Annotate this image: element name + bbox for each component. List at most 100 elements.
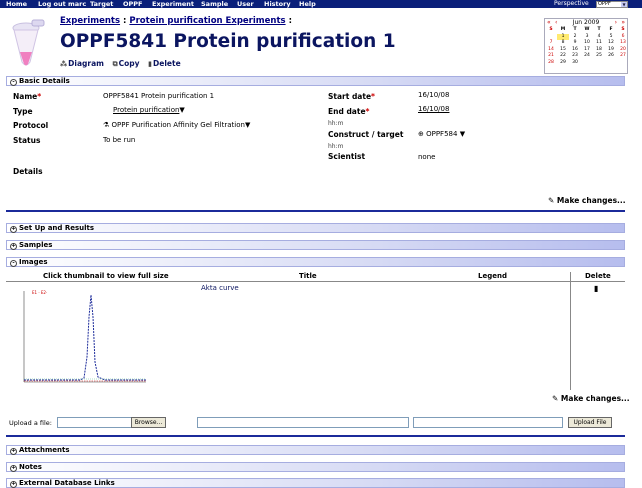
- nav-user[interactable]: User: [237, 0, 254, 8]
- calendar-widget: « ‹ Jun 2009 › » S M T W T F S 1 2 3 4 5 6 7 8 9 10 11 12 1…: [544, 18, 628, 74]
- calendar-day[interactable]: 10: [581, 40, 593, 47]
- copy-icon: ⧉: [112, 60, 118, 68]
- nav-help[interactable]: Help: [299, 0, 316, 8]
- chevron-down-icon[interactable]: ▼: [460, 130, 465, 138]
- name-label: Name*: [13, 92, 41, 101]
- browse-button[interactable]: Browse...: [131, 417, 166, 428]
- copy-button[interactable]: ⧉Copy: [113, 59, 140, 68]
- expand-icon: +: [10, 481, 17, 488]
- construct-text: OPPF584: [426, 130, 458, 138]
- nav-experiment[interactable]: Experiment: [152, 0, 194, 8]
- prev-month-icon[interactable]: ‹: [555, 19, 557, 27]
- image-legend-input[interactable]: [413, 417, 563, 428]
- type-link[interactable]: Protein purification: [113, 106, 179, 114]
- construct-label: Construct / target: [328, 130, 404, 139]
- calendar-day[interactable]: 26: [605, 53, 617, 60]
- type-value[interactable]: Protein purification▼: [113, 106, 185, 114]
- image-title-input[interactable]: [197, 417, 409, 428]
- section-images[interactable]: - Images: [6, 257, 625, 267]
- scrollbar-track[interactable]: [632, 70, 642, 488]
- breadcrumb-end: :: [288, 16, 292, 26]
- section-notes[interactable]: + Notes: [6, 462, 625, 472]
- calendar-day[interactable]: 8: [557, 40, 569, 47]
- section-images-label: Images: [19, 258, 48, 266]
- expand-icon: +: [10, 243, 17, 250]
- nav-sample[interactable]: Sample: [201, 0, 228, 8]
- section-attachments[interactable]: + Attachments: [6, 445, 625, 455]
- header-actions: ⁂Diagram ⧉Copy ▮Delete: [60, 59, 187, 69]
- section-notes-label: Notes: [19, 463, 42, 471]
- page-header: Experiments : Protein purification Exper…: [0, 8, 642, 74]
- calendar-grid: S M T W T F S 1 2 3 4 5 6 7 8 9 10 11 12 13 14 15 16 17 18 19 20 21…: [545, 27, 627, 67]
- calendar-day[interactable]: 22: [557, 53, 569, 60]
- time-unit: hh:m: [328, 143, 344, 150]
- calendar-day[interactable]: 9: [569, 40, 581, 47]
- file-path-input[interactable]: [57, 417, 132, 428]
- svg-text:E1 · E2·: E1 · E2·: [32, 290, 47, 295]
- calendar-day[interactable]: 21: [545, 53, 557, 60]
- diagram-button[interactable]: ⁂Diagram: [60, 59, 104, 68]
- nav-target[interactable]: Target: [90, 0, 113, 8]
- construct-value[interactable]: ⊕ OPPF584 ▼: [418, 130, 465, 138]
- breadcrumb: Experiments : Protein purification Exper…: [60, 16, 292, 26]
- akta-curve-thumbnail[interactable]: E1 · E2·: [20, 287, 150, 385]
- make-changes-label: Make changes...: [556, 196, 626, 205]
- calendar-day[interactable]: 11: [593, 40, 605, 47]
- nav-home[interactable]: Home: [6, 0, 27, 8]
- collapse-icon: -: [10, 260, 17, 267]
- start-date-label: Start date*: [328, 92, 375, 101]
- next-year-icon[interactable]: »: [621, 19, 625, 27]
- section-external-links[interactable]: + External Database Links: [6, 478, 625, 488]
- pencil-icon: ✎: [548, 196, 555, 205]
- col-delete-header: Delete: [585, 272, 611, 280]
- section-basic-details[interactable]: - Basic Details: [6, 76, 625, 86]
- expand-icon: +: [10, 226, 17, 233]
- table-header-line: [6, 281, 625, 282]
- chevron-down-icon[interactable]: ▼: [245, 121, 250, 129]
- perspective-value: OPPF: [598, 1, 611, 7]
- top-nav-bar: Home Log out marc Target OPPF Experiment…: [0, 0, 642, 8]
- end-date-label-text: End date: [328, 107, 366, 116]
- nav-history[interactable]: History: [264, 0, 291, 8]
- expand-icon: +: [10, 448, 17, 455]
- calendar-day[interactable]: 29: [557, 60, 569, 67]
- section-attachments-label: Attachments: [19, 446, 70, 454]
- calendar-header: « ‹ Jun 2009 › »: [545, 19, 627, 27]
- scientist-value: none: [418, 153, 436, 161]
- end-date-value[interactable]: 16/10/08: [418, 105, 449, 113]
- protocol-text: OPPF Purification Affinity Gel Filtratio…: [111, 121, 245, 129]
- breadcrumb-experiments[interactable]: Experiments: [60, 16, 120, 26]
- start-date-value[interactable]: 16/10/08: [418, 91, 449, 99]
- nav-logout[interactable]: Log out marc: [38, 0, 86, 8]
- nav-oppf[interactable]: OPPF: [123, 0, 143, 8]
- upload-file-button[interactable]: Upload File: [568, 417, 612, 428]
- perspective-select[interactable]: OPPF ▼: [596, 1, 628, 8]
- calendar-day[interactable]: 7: [545, 40, 557, 47]
- perspective-label: Perspective: [554, 0, 589, 7]
- trash-icon[interactable]: ▮: [594, 284, 598, 293]
- next-month-icon[interactable]: ›: [615, 19, 617, 27]
- chevron-down-icon[interactable]: ▼: [179, 106, 184, 114]
- calendar-day-header: S: [549, 27, 553, 32]
- protocol-value[interactable]: ⚗ OPPF Purification Affinity Gel Filtrat…: [103, 121, 250, 129]
- calendar-day[interactable]: 25: [593, 53, 605, 60]
- make-changes-basic[interactable]: ✎ Make changes...: [548, 196, 626, 205]
- col-title-header: Title: [299, 272, 317, 280]
- section-setup-results[interactable]: + Set Up and Results: [6, 223, 625, 233]
- calendar-day[interactable]: 27: [617, 53, 629, 60]
- calendar-day: [617, 60, 629, 67]
- breadcrumb-protein-purification[interactable]: Protein purification Experiments: [129, 16, 285, 26]
- calendar-day[interactable]: 23: [569, 53, 581, 60]
- col-thumbnail-header: Click thumbnail to view full size: [43, 272, 169, 280]
- calendar-day[interactable]: 13: [617, 40, 629, 47]
- calendar-day[interactable]: 12: [605, 40, 617, 47]
- delete-button[interactable]: ▮Delete: [148, 59, 181, 68]
- make-changes-images[interactable]: ✎ Make changes...: [552, 394, 630, 403]
- breadcrumb-separator: :: [123, 16, 127, 26]
- delete-label: Delete: [153, 59, 181, 68]
- prev-year-icon[interactable]: «: [547, 19, 551, 27]
- calendar-day[interactable]: 24: [581, 53, 593, 60]
- calendar-day[interactable]: 30: [569, 60, 581, 67]
- section-samples[interactable]: + Samples: [6, 240, 625, 250]
- calendar-day[interactable]: 28: [545, 60, 557, 67]
